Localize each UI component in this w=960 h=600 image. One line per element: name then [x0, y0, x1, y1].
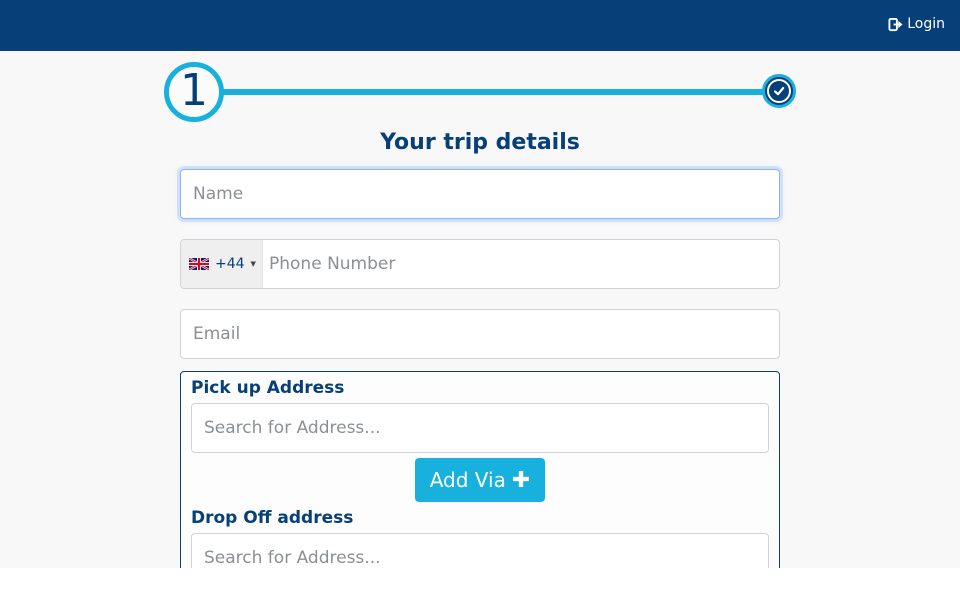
name-input[interactable]: Name — [180, 169, 780, 219]
country-code: +44 — [215, 256, 245, 272]
country-code-selector[interactable]: +44 ▼ — [181, 240, 263, 288]
progress-bar — [222, 89, 768, 95]
login-label: Login — [907, 16, 945, 32]
phone-placeholder: Phone Number — [269, 254, 396, 274]
add-via-label: Add Via — [429, 468, 506, 492]
pickup-address-input[interactable]: Search for Address... — [191, 403, 769, 453]
address-panel: Pick up Address Search for Address... Ad… — [180, 371, 780, 568]
login-link[interactable]: Login — [888, 16, 945, 32]
add-via-button[interactable]: Add Via ✚ — [415, 458, 545, 502]
top-header: Login — [0, 0, 960, 51]
step-indicator-complete — [762, 74, 796, 108]
dropoff-address-input[interactable]: Search for Address... — [191, 533, 769, 568]
dropoff-placeholder: Search for Address... — [204, 548, 381, 568]
name-placeholder: Name — [193, 184, 244, 204]
caret-down-icon: ▼ — [250, 260, 256, 268]
dropoff-label: Drop Off address — [191, 508, 354, 528]
check-circle-icon — [767, 79, 791, 103]
email-placeholder: Email — [193, 324, 241, 344]
pickup-label: Pick up Address — [191, 378, 345, 398]
step-indicator-current: 1 — [164, 62, 224, 122]
sign-in-icon — [888, 17, 903, 31]
email-input[interactable]: Email — [180, 309, 780, 359]
uk-flag-icon — [189, 258, 209, 270]
main-content: 1 Your trip details Name +44 ▼ Phone Num — [0, 51, 960, 568]
phone-input[interactable]: +44 ▼ Phone Number — [180, 239, 780, 289]
page-title: Your trip details — [380, 130, 580, 155]
plus-icon: ✚ — [511, 467, 531, 493]
pickup-placeholder: Search for Address... — [204, 418, 381, 438]
